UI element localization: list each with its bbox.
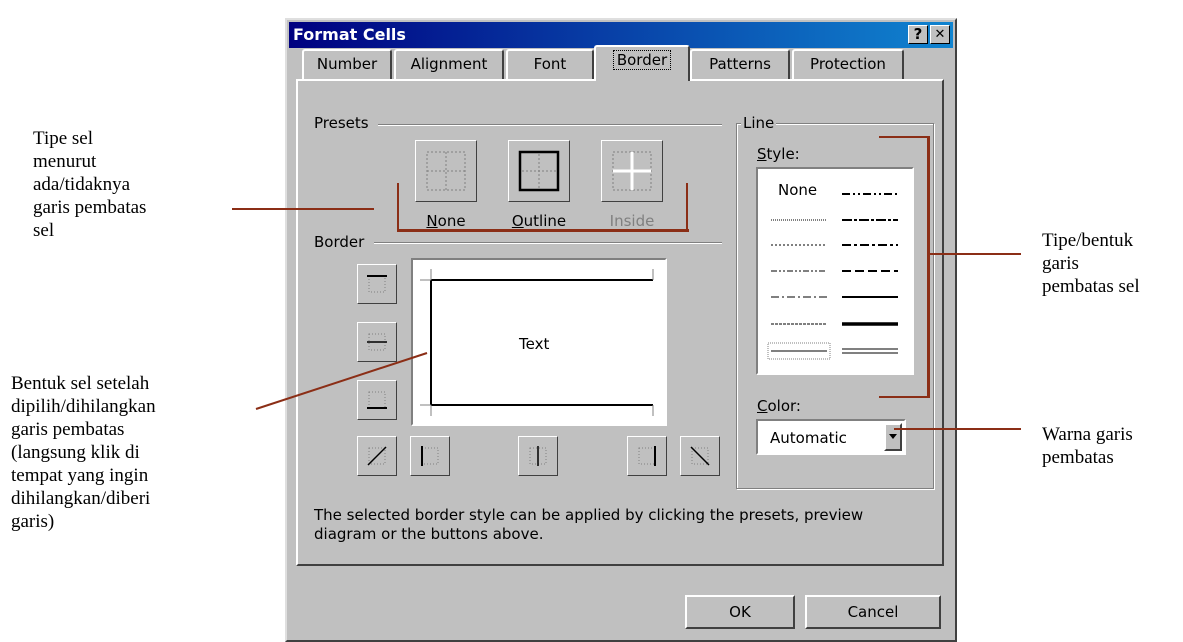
annotation-line: ada/tidaknya	[33, 174, 131, 195]
annotation-line: (langsung klik di	[11, 442, 140, 463]
annotation-color: Warna garis pembatas	[1042, 423, 1133, 469]
border-right-icon	[638, 446, 656, 466]
tab-label: Alignment	[410, 55, 488, 73]
ok-button[interactable]: OK	[685, 595, 795, 629]
line-style-samples	[767, 193, 898, 360]
border-bottom-button[interactable]	[357, 380, 397, 420]
presets-bracket-right	[686, 183, 688, 231]
label-rest: one	[437, 212, 466, 230]
annotation-line: garis pembatas	[33, 197, 147, 218]
accelerator-key: S	[757, 145, 767, 163]
tab-patterns[interactable]: Patterns	[690, 49, 790, 79]
presets-bracket-bottom	[397, 229, 689, 232]
border-preview-area[interactable]: Text	[411, 258, 667, 426]
tab-border[interactable]: Border	[594, 45, 690, 81]
preset-none-button[interactable]	[415, 140, 477, 202]
tab-label: Patterns	[709, 55, 771, 73]
annotation-pointer-color	[894, 428, 1021, 430]
tab-label: Font	[533, 55, 567, 73]
border-right-button[interactable]	[627, 436, 667, 476]
accelerator-key: C	[757, 397, 768, 415]
annotation-line: garis)	[11, 511, 55, 532]
tab-number[interactable]: Number	[302, 49, 392, 79]
annotation-line: pembatas	[1042, 447, 1114, 468]
annotation-border: Bentuk sel setelah dipilih/dihilangkan g…	[11, 372, 156, 533]
tab-label: Border	[612, 50, 672, 70]
dialog-title: Format Cells	[293, 25, 406, 44]
border-left-button[interactable]	[410, 436, 450, 476]
border-inside-horizontal-button[interactable]	[357, 322, 397, 362]
border-top-button[interactable]	[357, 264, 397, 304]
tab-label: Protection	[810, 55, 886, 73]
label-rest: utline	[523, 212, 567, 230]
annotation-line: Tipe/bentuk	[1042, 230, 1134, 251]
annotation-line: sel	[33, 220, 55, 241]
cancel-button[interactable]: Cancel	[805, 595, 941, 629]
annotation-line: pembatas sel	[1042, 276, 1140, 297]
border-bottom-icon	[367, 391, 387, 409]
border-left-icon	[421, 446, 439, 466]
preset-inside-button[interactable]	[601, 140, 663, 202]
preset-outline-icon	[518, 150, 560, 192]
border-diagonal-up-button[interactable]	[357, 436, 397, 476]
annotation-line: dihilangkan/diberi	[11, 488, 151, 509]
preset-inside-label: Inside	[609, 212, 655, 230]
annotation-pointer-style	[929, 253, 1021, 255]
preview-text: Text	[519, 335, 550, 353]
annotation-line: dipilih/dihilangkan	[11, 396, 156, 417]
line-heading: Line	[741, 114, 777, 132]
preset-outline-button[interactable]	[508, 140, 570, 202]
border-top-icon	[367, 275, 387, 293]
diagonal-up-icon	[367, 446, 387, 466]
hint-line: diagram or the buttons above.	[314, 525, 544, 543]
presets-divider	[378, 124, 722, 126]
preset-none-icon	[426, 151, 466, 191]
style-bracket-right	[927, 136, 930, 398]
style-bracket-top	[879, 136, 929, 138]
presets-bracket-left	[397, 183, 399, 231]
help-button[interactable]: ?	[908, 25, 928, 44]
border-divider	[374, 242, 722, 244]
annotation-pointer-presets	[232, 208, 374, 210]
label-rest: tyle:	[766, 145, 800, 163]
annotation-line: Tipe sel	[33, 128, 94, 149]
annotation-line: tempat yang ingin	[11, 465, 149, 486]
hint-line: The selected border style can be applied…	[314, 506, 864, 524]
color-label: Color:	[757, 397, 801, 415]
annotation-presets: Tipe sel menurut ada/tidaknya garis pemb…	[33, 127, 146, 242]
tab-alignment[interactable]: Alignment	[394, 49, 504, 79]
tab-protection[interactable]: Protection	[792, 49, 904, 79]
label-rest: olor:	[767, 397, 801, 415]
accelerator-key: O	[511, 212, 524, 230]
presets-heading: Presets	[314, 114, 369, 132]
accelerator-key: N	[426, 212, 438, 230]
annotation-line: garis	[1042, 253, 1079, 274]
color-value: Automatic	[770, 429, 847, 447]
annotation-style: Tipe/bentuk garis pembatas sel	[1042, 229, 1140, 298]
style-bracket-bottom	[879, 396, 929, 398]
annotation-line: Warna garis	[1042, 424, 1133, 445]
style-label: Style:	[757, 145, 800, 163]
color-dropdown[interactable]: Automatic	[756, 419, 906, 455]
diagonal-down-icon	[690, 446, 710, 466]
border-heading: Border	[314, 233, 365, 251]
tab-label: Number	[316, 55, 378, 73]
line-style-list[interactable]: None	[756, 167, 914, 375]
annotation-line: Bentuk sel setelah	[11, 373, 150, 394]
preset-none-label: None	[415, 212, 477, 230]
border-inside-vertical-button[interactable]	[518, 436, 558, 476]
border-diagonal-down-button[interactable]	[680, 436, 720, 476]
hint-text: The selected border style can be applied…	[314, 506, 863, 544]
preset-inside-icon	[612, 151, 652, 191]
annotation-line: menurut	[33, 151, 97, 172]
preset-outline-label: Outline	[508, 212, 570, 230]
border-inside-vertical-icon	[529, 446, 547, 466]
border-inside-horizontal-icon	[367, 333, 387, 351]
annotation-line: garis pembatas	[11, 419, 125, 440]
close-button[interactable]: ✕	[930, 25, 950, 44]
tab-font[interactable]: Font	[506, 49, 594, 79]
